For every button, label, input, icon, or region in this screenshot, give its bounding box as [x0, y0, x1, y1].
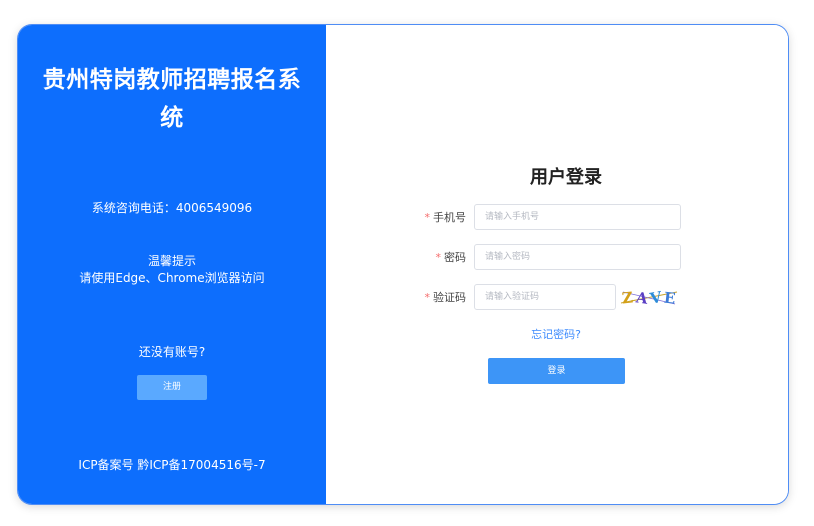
tip-text: 请使用Edge、Chrome浏览器访问: [79, 271, 265, 285]
register-button[interactable]: 注册: [137, 375, 207, 400]
captcha-row: *验证码 Z A V E: [416, 284, 679, 310]
captcha-image[interactable]: Z A V E: [619, 286, 679, 308]
icp-record: ICP备案号 黔ICP备17004516号-7: [78, 458, 266, 472]
phone-label: * 手机号: [424, 211, 467, 224]
required-mark: *: [424, 291, 431, 304]
consult-phone: 系统咨询电话：4006549096: [91, 201, 253, 215]
captcha-label: * 验证码: [424, 291, 467, 304]
info-panel: 贵州特岗教师招聘报名系统 系统咨询电话：4006549096 温馨提示 请使用E…: [18, 25, 326, 504]
password-row: * 密码: [416, 244, 681, 270]
required-mark: *: [424, 211, 431, 224]
no-account-text: 还没有账号?: [138, 345, 206, 359]
svg-text:E: E: [663, 289, 676, 308]
captcha-input[interactable]: [474, 284, 616, 310]
phone-row: * 手机号: [416, 204, 681, 230]
svg-text:Z: Z: [621, 288, 634, 307]
password-label: * 密码: [435, 251, 467, 264]
login-title: 用户登录: [530, 167, 602, 188]
system-title: 贵州特岗教师招聘报名系统: [42, 67, 302, 131]
login-panel: 用户登录 *手机号 *密码 *验证码 Z A V E 忘记密码? 登录: [326, 25, 788, 504]
password-input[interactable]: [474, 244, 681, 270]
browser-tip: 温馨提示 请使用Edge、Chrome浏览器访问: [18, 253, 326, 287]
phone-input[interactable]: [474, 204, 681, 230]
tip-title: 温馨提示: [147, 254, 196, 268]
login-button[interactable]: 登录: [488, 358, 625, 384]
required-mark: *: [435, 251, 442, 264]
forgot-password-link[interactable]: 忘记密码?: [526, 326, 586, 342]
login-card: 贵州特岗教师招聘报名系统 系统咨询电话：4006549096 温馨提示 请使用E…: [18, 25, 788, 504]
